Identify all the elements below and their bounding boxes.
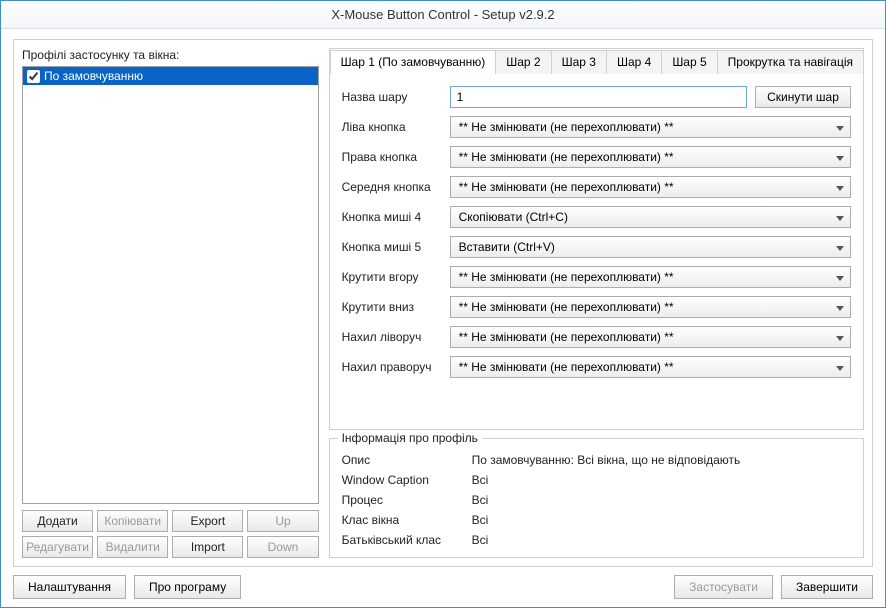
profile-checkbox[interactable] bbox=[27, 70, 40, 83]
up-button[interactable]: Up bbox=[247, 510, 318, 532]
tabs: Шар 1 (По замовчуванню) Шар 2 Шар 3 Шар … bbox=[330, 49, 863, 74]
middle-button-label: Середня кнопка bbox=[342, 180, 450, 194]
info-caption-label: Window Caption bbox=[342, 473, 472, 487]
tilt-right-label: Нахил праворуч bbox=[342, 360, 450, 374]
mouse4-label: Кнопка миші 4 bbox=[342, 210, 450, 224]
info-class-value: Всі bbox=[472, 513, 489, 527]
info-parent-label: Батьківський клас bbox=[342, 533, 472, 547]
info-caption-value: Всі bbox=[472, 473, 489, 487]
right-button-combo[interactable]: ** Не змінювати (не перехоплювати) ** bbox=[450, 146, 851, 168]
tilt-left-combo[interactable]: ** Не змінювати (не перехоплювати) ** bbox=[450, 326, 851, 348]
wheel-up-label: Крутити вгору bbox=[342, 270, 450, 284]
edit-button[interactable]: Редагувати bbox=[22, 536, 93, 558]
copy-button[interactable]: Копіювати bbox=[97, 510, 168, 532]
settings-button[interactable]: Налаштування bbox=[13, 575, 126, 599]
profile-list[interactable]: По замовчуванню bbox=[22, 66, 319, 504]
info-process-value: Всі bbox=[472, 493, 489, 507]
right-button-label: Права кнопка bbox=[342, 150, 450, 164]
wheel-down-combo[interactable]: ** Не змінювати (не перехоплювати) ** bbox=[450, 296, 851, 318]
mouse5-label: Кнопка миші 5 bbox=[342, 240, 450, 254]
tab-layer1[interactable]: Шар 1 (По замовчуванню) bbox=[330, 50, 497, 74]
layer-name-input[interactable] bbox=[450, 86, 747, 108]
info-desc-label: Опис bbox=[342, 453, 472, 467]
down-button[interactable]: Down bbox=[247, 536, 318, 558]
close-button[interactable]: Завершити bbox=[781, 575, 873, 599]
info-desc-value: По замовчуванню: Всі вікна, що не відпов… bbox=[472, 453, 741, 467]
profile-item-label: По замовчуванню bbox=[44, 69, 143, 83]
profile-item-default[interactable]: По замовчуванню bbox=[23, 67, 318, 85]
left-button-label: Ліва кнопка bbox=[342, 120, 450, 134]
tilt-left-label: Нахил ліворуч bbox=[342, 330, 450, 344]
tab-layer3[interactable]: Шар 3 bbox=[551, 50, 607, 74]
import-button[interactable]: Import bbox=[172, 536, 243, 558]
mouse4-combo[interactable]: Скопіювати (Ctrl+C) bbox=[450, 206, 851, 228]
tab-layer4[interactable]: Шар 4 bbox=[606, 50, 662, 74]
profile-info-title: Інформація про профіль bbox=[338, 431, 482, 445]
tab-scroll-nav[interactable]: Прокрутка та навігація bbox=[717, 50, 864, 74]
export-button[interactable]: Export bbox=[172, 510, 243, 532]
profiles-label: Профілі застосунку та вікна: bbox=[22, 48, 319, 62]
middle-button-combo[interactable]: ** Не змінювати (не перехоплювати) ** bbox=[450, 176, 851, 198]
layer-name-label: Назва шару bbox=[342, 90, 450, 104]
tab-layer5[interactable]: Шар 5 bbox=[661, 50, 717, 74]
mouse5-combo[interactable]: Вставити (Ctrl+V) bbox=[450, 236, 851, 258]
info-class-label: Клас вікна bbox=[342, 513, 472, 527]
info-process-label: Процес bbox=[342, 493, 472, 507]
add-button[interactable]: Додати bbox=[22, 510, 93, 532]
wheel-down-label: Крутити вниз bbox=[342, 300, 450, 314]
profile-info-group: Інформація про профіль ОписПо замовчуван… bbox=[329, 438, 864, 558]
about-button[interactable]: Про програму bbox=[134, 575, 241, 599]
delete-button[interactable]: Видалити bbox=[97, 536, 168, 558]
wheel-up-combo[interactable]: ** Не змінювати (не перехоплювати) ** bbox=[450, 266, 851, 288]
tab-layer2[interactable]: Шар 2 bbox=[495, 50, 551, 74]
apply-button[interactable]: Застосувати bbox=[674, 575, 773, 599]
left-button-combo[interactable]: ** Не змінювати (не перехоплювати) ** bbox=[450, 116, 851, 138]
info-parent-value: Всі bbox=[472, 533, 489, 547]
reset-layer-button[interactable]: Скинути шар bbox=[755, 86, 851, 108]
window-title: X-Mouse Button Control - Setup v2.9.2 bbox=[1, 1, 885, 29]
tilt-right-combo[interactable]: ** Не змінювати (не перехоплювати) ** bbox=[450, 356, 851, 378]
